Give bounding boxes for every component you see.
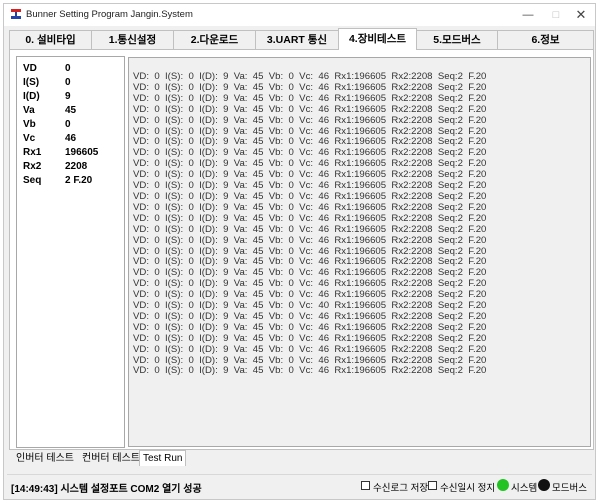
- checkbox-box[interactable]: [361, 481, 370, 490]
- value-key: Vb: [23, 119, 36, 130]
- status-message: [14:49:43] 시스템 설정포트 COM2 열기 성공: [11, 484, 202, 495]
- system-indicator-label: 시스템: [511, 483, 538, 494]
- value-key: Rx1: [23, 147, 42, 158]
- checkbox-box[interactable]: [428, 481, 437, 490]
- value-key: I(D): [23, 91, 40, 102]
- log-line: VD: 0 I(S): 0 I(D): 9 Va: 45 Vb: 0 Vc: 4…: [133, 114, 487, 126]
- value-reading: 45: [65, 105, 77, 116]
- main-tab-strip: 0. 설비타입 1.통신설정 2.다운로드 3.UART 통신 4.장비테스트 …: [9, 28, 594, 50]
- value-reading: 2208: [65, 161, 88, 172]
- value-reading: 0: [65, 77, 71, 88]
- tab-equipment-type[interactable]: 0. 설비타입: [9, 30, 92, 50]
- value-key: Vc: [23, 133, 36, 144]
- log-line: VD: 0 I(S): 0 I(D): 9 Va: 45 Vb: 0 Vc: 4…: [133, 365, 487, 377]
- tab-modbus[interactable]: 5.모드버스: [416, 30, 498, 50]
- checkbox-label: 수신일시 정지: [440, 483, 496, 494]
- log-line: VD: 0 I(S): 0 I(D): 9 Va: 45 Vb: 0 Vc: 4…: [133, 343, 487, 355]
- equipment-test-panel: VD 0 I(S) 0 I(D) 9 Va 45 Vb 0 Vc 46 Rx1 …: [9, 49, 594, 450]
- live-values-panel: VD 0 I(S) 0 I(D) 9 Va 45 Vb 0 Vc 46 Rx1 …: [16, 56, 125, 448]
- window-title: Bunner Setting Program Jangin.System: [26, 9, 193, 20]
- receive-log-textbox[interactable]: VD: 0 I(S): 0 I(D): 9 Va: 45 Vb: 0 Vc: 4…: [128, 57, 591, 447]
- tab-equipment-test[interactable]: 4.장비테스트: [338, 28, 417, 50]
- tab-info[interactable]: 6.정보: [497, 30, 594, 50]
- log-line: VD: 0 I(S): 0 I(D): 9 Va: 45 Vb: 0 Vc: 4…: [133, 103, 487, 115]
- status-bar: [14:49:43] 시스템 설정포트 COM2 열기 성공 수신로그 저장 수…: [7, 474, 592, 496]
- modbus-indicator-label: 모드버스: [552, 483, 587, 494]
- close-button[interactable]: ✕: [567, 4, 595, 26]
- modbus-status-led-icon: [538, 479, 550, 491]
- value-key: VD: [23, 63, 37, 74]
- value-reading: 46: [65, 133, 77, 144]
- value-reading: 2 F.20: [65, 175, 93, 186]
- maximize-button[interactable]: □: [542, 4, 570, 26]
- checkbox-label: 수신로그 저장: [373, 483, 429, 494]
- value-reading: 9: [65, 91, 71, 102]
- tab-uart-communication[interactable]: 3.UART 통신: [255, 30, 339, 50]
- system-status-led-icon: [497, 479, 509, 491]
- app-logo-icon: [10, 8, 22, 20]
- tab-communication-settings[interactable]: 1.통신설정: [91, 30, 174, 50]
- tab-converter-test[interactable]: 컨버터 테스트: [78, 450, 144, 466]
- value-reading: 0: [65, 119, 71, 130]
- value-reading: 196605: [65, 147, 99, 158]
- minimize-button[interactable]: —: [514, 4, 542, 26]
- log-lines: VD: 0 I(S): 0 I(D): 9 Va: 45 Vb: 0 Vc: 4…: [133, 71, 487, 377]
- tab-inverter-test[interactable]: 인버터 테스트: [12, 450, 78, 466]
- value-reading: 0: [65, 63, 71, 74]
- app-window: Bunner Setting Program Jangin.System — □…: [3, 3, 596, 500]
- title-bar[interactable]: Bunner Setting Program Jangin.System — □…: [4, 4, 595, 26]
- value-key: Rx2: [23, 161, 42, 172]
- tab-download[interactable]: 2.다운로드: [173, 30, 256, 50]
- value-key: I(S): [23, 77, 40, 88]
- value-key: Seq: [23, 175, 42, 186]
- log-line: VD: 0 I(S): 0 I(D): 9 Va: 45 Vb: 0 Vc: 4…: [133, 223, 487, 235]
- log-line: VD: 0 I(S): 0 I(D): 9 Va: 45 Vb: 0 Vc: 4…: [133, 234, 487, 246]
- value-key: Va: [23, 105, 35, 116]
- tab-test-run[interactable]: Test Run: [139, 450, 187, 466]
